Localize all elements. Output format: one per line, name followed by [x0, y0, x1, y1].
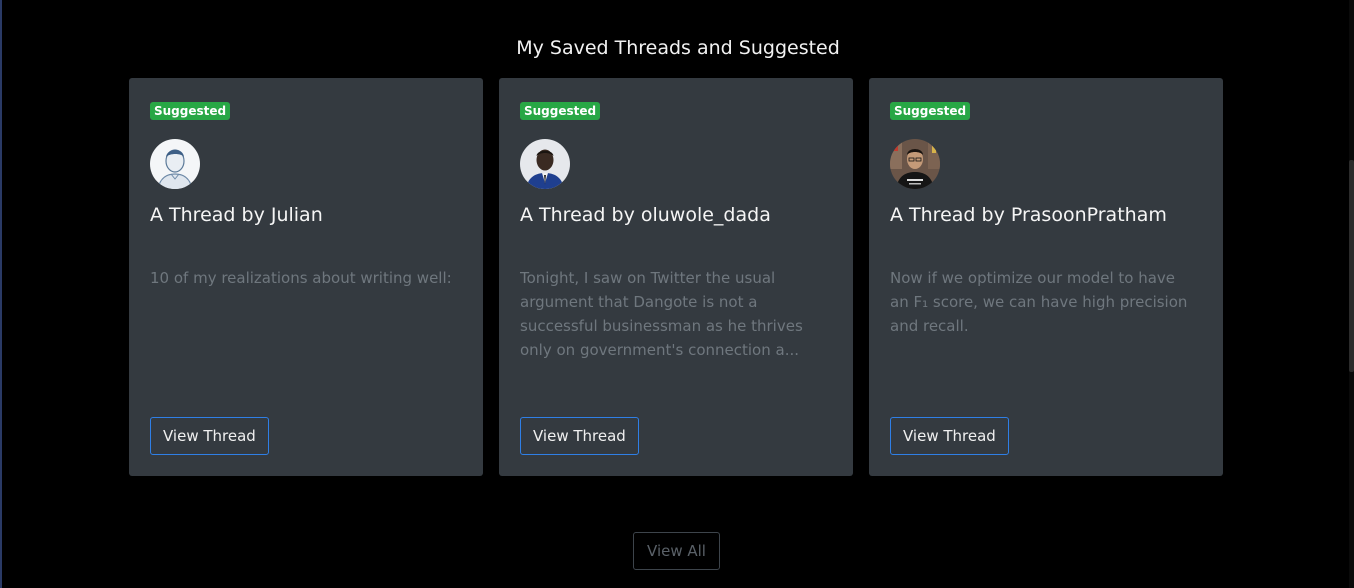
section-title: My Saved Threads and Suggested [516, 37, 840, 59]
thread-title: A Thread by Julian [150, 204, 323, 226]
thread-title: A Thread by PrasoonPratham [890, 204, 1167, 226]
avatar [890, 139, 940, 189]
thread-card: Suggested A Thread by oluwole_dada Tonig… [499, 78, 853, 476]
user-avatar-icon [150, 139, 200, 189]
suggested-badge: Suggested [520, 102, 601, 120]
suggested-badge: Suggested [150, 102, 231, 120]
thread-card: Suggested A Thread by Julian 10 of my re… [129, 78, 483, 476]
user-avatar-icon [890, 139, 940, 189]
avatar [150, 139, 200, 189]
scrollbar-thumb[interactable] [1349, 160, 1354, 372]
user-avatar-icon [520, 139, 570, 189]
scrollbar[interactable] [1349, 0, 1354, 588]
view-thread-button[interactable]: View Thread [520, 417, 639, 455]
page-frame: My Saved Threads and Suggested Suggested… [0, 0, 1354, 588]
thread-card-list: Suggested A Thread by Julian 10 of my re… [129, 78, 1223, 476]
thread-card: Suggested A Thread by PrasoonPratham Now… [869, 78, 1223, 476]
view-all-button[interactable]: View All [633, 532, 720, 570]
suggested-badge: Suggested [890, 102, 971, 120]
thread-excerpt: Now if we optimize our model to have an … [890, 269, 1188, 335]
view-thread-button[interactable]: View Thread [150, 417, 269, 455]
avatar [520, 139, 570, 189]
view-thread-button[interactable]: View Thread [890, 417, 1009, 455]
thread-excerpt: 10 of my realizations about writing well… [150, 269, 452, 287]
thread-title: A Thread by oluwole_dada [520, 204, 771, 226]
thread-excerpt: Tonight, I saw on Twitter the usual argu… [520, 269, 803, 359]
